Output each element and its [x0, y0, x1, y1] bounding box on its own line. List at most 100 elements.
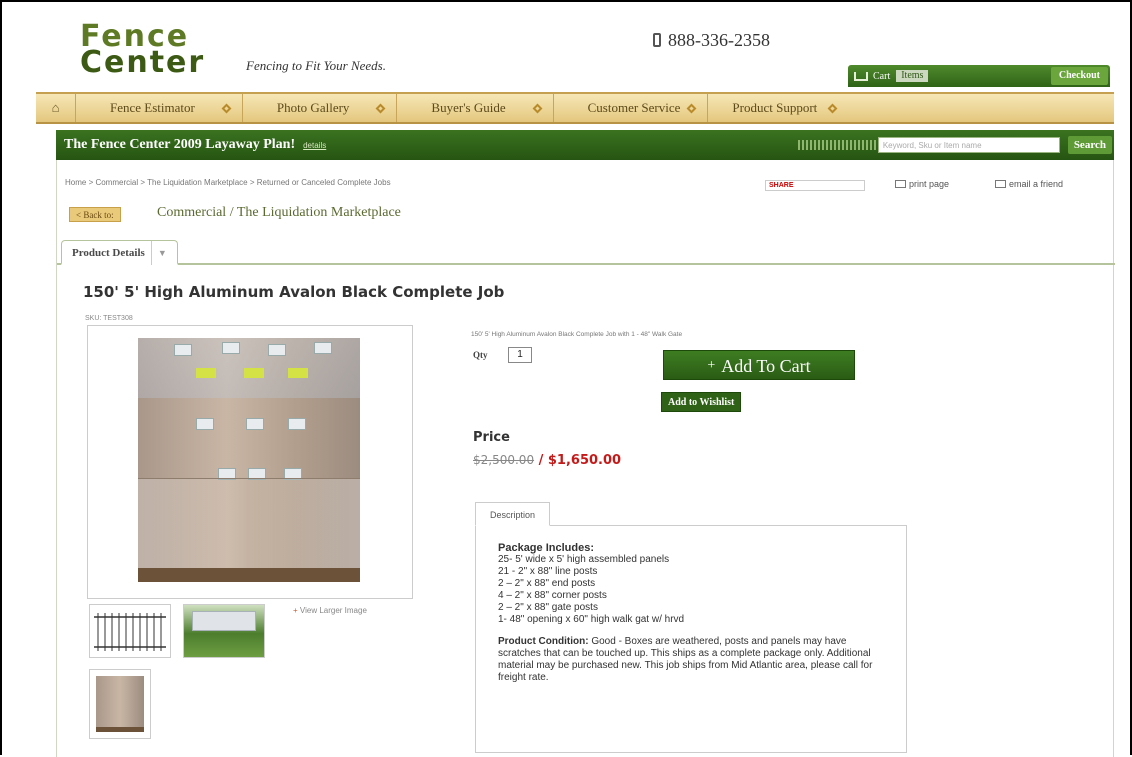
view-larger-label: View Larger Image	[299, 606, 367, 615]
nav-label: Fence Estimator	[110, 100, 195, 115]
view-larger-link[interactable]: + View Larger Image	[293, 606, 367, 615]
product-title: 150' 5' High Aluminum Avalon Black Compl…	[83, 283, 505, 301]
price-row: $2,500.00 / $1,650.00	[473, 453, 621, 468]
tagline: Fencing to Fit Your Needs.	[246, 58, 386, 73]
plastic-wrap	[138, 478, 360, 568]
nav-label: Photo Gallery	[276, 100, 350, 115]
yellow-label	[288, 368, 308, 378]
tab-description[interactable]: Description	[475, 502, 551, 526]
promo-details-link[interactable]: details	[303, 141, 326, 150]
print-page-link[interactable]: print page	[895, 179, 949, 189]
plus-icon: +	[707, 358, 716, 373]
yellow-label	[244, 368, 264, 378]
thumbnail-pallet[interactable]	[89, 669, 151, 739]
list-item: 4 – 2" x 88" corner posts	[498, 590, 607, 601]
mini-pallet-base	[96, 727, 144, 732]
package-list: 25- 5' wide x 5' high assembled panels 2…	[498, 554, 884, 626]
plus-icon: +	[293, 606, 300, 615]
qty-label: Qty	[473, 350, 488, 360]
promo-bar: The Fence Center 2009 Layaway Plan! deta…	[56, 130, 1114, 160]
condition-label: Product Condition:	[498, 636, 589, 647]
envelope-icon	[995, 180, 1006, 188]
add-to-wishlist-button[interactable]: Add to Wishlist	[661, 392, 742, 412]
price-label: Price	[473, 430, 510, 445]
qty-input[interactable]: 1	[508, 347, 532, 363]
main-nav: ⌂ Fence Estimator Photo Gallery Buyer's …	[36, 92, 1114, 124]
cart-link[interactable]: Cart	[873, 71, 890, 82]
back-button[interactable]: < Back to:	[69, 207, 121, 222]
product-condition: Product Condition: Good - Boxes are weat…	[498, 636, 884, 684]
product-content: Home > Commercial > The Liquidation Mark…	[56, 160, 1115, 757]
product-sku: SKU: TEST308	[85, 315, 133, 322]
phone-number: 888-336-2358	[653, 30, 770, 51]
category-title[interactable]: Commercial / The Liquidation Marketplace	[157, 205, 401, 221]
list-item: 1- 48" opening x 60" high walk gat w/ hr…	[498, 614, 685, 625]
nav-customer-service[interactable]: Customer Service	[554, 94, 709, 122]
yellow-label	[196, 368, 216, 378]
fence-center-logo[interactable]: Fence Center	[80, 22, 206, 80]
nav-label: Product Support	[732, 100, 818, 115]
mini-pallet	[96, 676, 144, 732]
add-to-cart-label: Add To Cart	[721, 356, 811, 376]
pallet-photo	[138, 338, 360, 582]
checkout-button[interactable]: Checkout	[1050, 67, 1108, 85]
print-label: print page	[909, 179, 950, 189]
cart-icon[interactable]	[854, 71, 868, 81]
package-heading: Package Includes:	[498, 542, 594, 554]
promo-title[interactable]: The Fence Center 2009 Layaway Plan!	[64, 137, 295, 153]
printer-icon	[895, 180, 906, 188]
nav-fence-estimator[interactable]: Fence Estimator	[76, 94, 243, 122]
box-label	[314, 342, 332, 354]
tab-product-details[interactable]: Product Details ▼	[61, 240, 178, 265]
product-main-image[interactable]	[87, 325, 413, 599]
box-label	[196, 418, 214, 430]
box-label	[246, 418, 264, 430]
nav-label: Buyer's Guide	[431, 100, 506, 115]
list-item: 21 - 2" x 88" line posts	[498, 566, 598, 577]
dotted-divider	[797, 140, 876, 150]
logo-line-2: Center	[80, 45, 206, 80]
share-button[interactable]: SHARE	[765, 180, 865, 191]
email-friend-link[interactable]: email a friend	[995, 179, 1063, 189]
search-button[interactable]: Search	[1067, 136, 1112, 154]
search-input[interactable]: Keyword, Sku or Item name	[877, 137, 1060, 153]
diamond-icon	[532, 103, 543, 113]
box-label	[222, 342, 240, 354]
tab-divider	[57, 263, 1115, 265]
tab-label: Product Details	[72, 247, 145, 259]
pallet-base	[138, 568, 360, 582]
add-to-cart-button[interactable]: + Add To Cart	[663, 350, 855, 380]
email-label: email a friend	[1009, 179, 1064, 189]
nav-photo-gallery[interactable]: Photo Gallery	[243, 94, 398, 122]
diamond-icon	[375, 103, 386, 113]
diamond-icon	[221, 103, 232, 113]
old-price: $2,500.00	[473, 453, 535, 467]
nav-buyers-guide[interactable]: Buyer's Guide	[397, 94, 554, 122]
diamond-icon	[827, 103, 838, 113]
home-icon[interactable]: ⌂	[36, 94, 76, 122]
phone-icon	[653, 33, 661, 47]
breadcrumb[interactable]: Home > Commercial > The Liquidation Mark…	[65, 178, 585, 188]
box-label	[268, 344, 286, 356]
thumbnail-installed-fence[interactable]	[183, 604, 265, 658]
sale-price: $1,650.00	[547, 453, 622, 468]
nav-label: Customer Service	[587, 100, 681, 115]
box-label	[174, 344, 192, 356]
list-item: 25- 5' wide x 5' high assembled panels	[498, 554, 670, 565]
house-shape	[192, 611, 256, 631]
price-separator: /	[534, 453, 548, 468]
diamond-icon	[686, 103, 697, 113]
cart-count: Items	[896, 70, 929, 82]
list-item: 2 – 2" x 88" gate posts	[498, 602, 598, 613]
list-item: 2 – 2" x 88" end posts	[498, 578, 596, 589]
fence-icon	[94, 613, 166, 651]
chevron-down-icon[interactable]: ▼	[150, 241, 167, 265]
box-label	[288, 418, 306, 430]
cart-bar: Cart Items Checkout	[848, 65, 1110, 87]
description-panel: Package Includes: 25- 5' wide x 5' high …	[475, 525, 907, 753]
phone-text: 888-336-2358	[668, 30, 770, 50]
nav-product-support[interactable]: Product Support	[708, 94, 848, 122]
thumbnail-fence[interactable]	[89, 604, 171, 658]
page-frame: Fence Center Fencing to Fit Your Needs. …	[0, 0, 1132, 757]
short-description: 150' 5' High Aluminum Avalon Black Compl…	[471, 331, 683, 338]
